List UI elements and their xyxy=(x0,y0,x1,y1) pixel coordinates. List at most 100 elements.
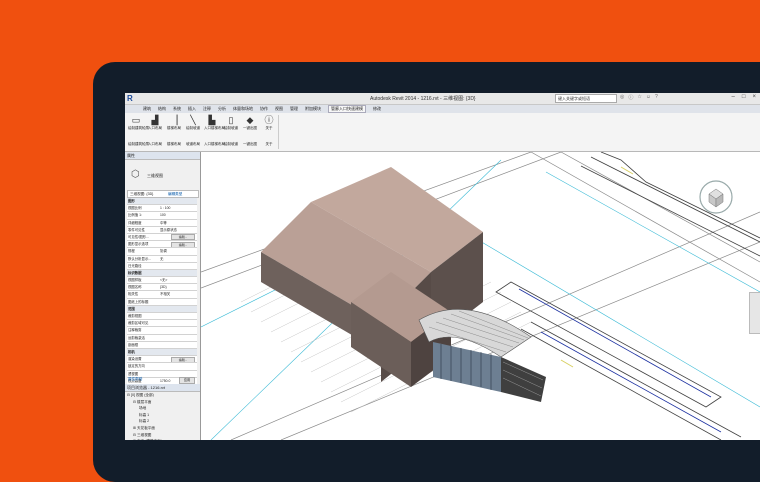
property-row[interactable]: 锁定的方向 xyxy=(127,363,197,371)
property-key: 视图名称 xyxy=(128,285,142,290)
property-key: 相机 xyxy=(128,349,135,354)
browser-item[interactable]: 标高 2 xyxy=(127,418,200,425)
property-row[interactable]: 远剪裁激活 xyxy=(127,334,197,342)
ribbon-panel-label: 入口楼梯布局 xyxy=(204,142,225,146)
edit-button[interactable]: 编辑... xyxy=(171,356,195,363)
ribbon-tab[interactable]: 修改 xyxy=(373,106,381,112)
property-row[interactable]: 图纸上的标题 xyxy=(127,298,197,306)
property-row[interactable]: 图形显示选项 编辑... xyxy=(127,241,197,249)
ribbon-tab[interactable]: 管理 xyxy=(290,106,298,112)
property-row[interactable]: 视图比例 1 : 100 xyxy=(127,205,197,213)
instance-filter[interactable]: 三维视图: {3D} 编辑类型 xyxy=(127,190,199,198)
ribbon-button[interactable]: ╲ 绘制坡道 坡道布局 xyxy=(185,115,201,147)
property-row[interactable]: 渲染设置 编辑... xyxy=(127,356,197,364)
property-value[interactable]: 显示原状态 xyxy=(160,227,177,233)
ribbon-button-label: 一键出图 xyxy=(243,126,257,130)
project-browser-header: 项目浏览器 - 1216.rvt xyxy=(125,384,200,392)
binoculars-icon[interactable]: ◎ xyxy=(620,94,624,101)
ribbon-tab[interactable]: 插入 xyxy=(188,106,196,112)
property-key: 零件可见性 xyxy=(128,227,145,232)
property-key: 图形显示选项 xyxy=(128,242,149,247)
ribbon-tab[interactable]: 分析 xyxy=(218,106,226,112)
type-selector[interactable]: ⬡ 三维视图 xyxy=(129,163,195,187)
ribbon-button[interactable]: ⓘ 关于 关于 xyxy=(261,115,277,147)
property-row[interactable]: 日光路径 xyxy=(127,262,197,270)
browser-item[interactable]: ⊞ 天花板平面 xyxy=(127,425,200,432)
property-row[interactable]: 可见性/图形... 编辑... xyxy=(127,233,197,242)
3d-viewport[interactable] xyxy=(201,152,760,440)
apply-button[interactable]: 应用 xyxy=(179,377,195,384)
ribbon-tab[interactable]: 视图 xyxy=(275,106,283,112)
ribbon-separator xyxy=(278,115,279,149)
ribbon-tab[interactable]: 附加模块 xyxy=(305,106,321,112)
floor-icon: ▟ xyxy=(151,115,159,125)
browser-item[interactable]: ⊟ [0] 视图 (全部) xyxy=(127,392,200,399)
ribbon-tab[interactable]: 结构 xyxy=(158,106,166,112)
property-row[interactable]: 注释裁剪 xyxy=(127,327,197,335)
property-key: 裁剪视图 xyxy=(128,314,142,318)
browser-item[interactable]: ⊟ 楼层平面 xyxy=(127,399,200,406)
property-value[interactable]: 1 : 100 xyxy=(160,205,170,211)
ribbon-tab[interactable]: 系统 xyxy=(173,106,181,112)
property-row[interactable]: 比例值 1: 100 xyxy=(127,212,197,220)
help-icon[interactable]: ? xyxy=(655,94,658,101)
ribbon-panel-label: 绘制坡道 xyxy=(224,142,238,146)
ribbon-button[interactable]: ▯ 绘制坡道 绘制坡道 xyxy=(223,115,239,147)
property-row[interactable]: 默认分析显示... 无 xyxy=(127,255,197,263)
stair-icon: ▙ xyxy=(208,115,216,125)
search-input[interactable]: 键入关键字或短语 xyxy=(555,94,617,103)
property-section: 标识数据 xyxy=(127,269,197,278)
property-value[interactable]: 不相关 xyxy=(160,291,170,297)
edit-button[interactable]: 编辑... xyxy=(171,241,195,248)
revit-window: R Autodesk Revit 2014 - 1216.rvt - 三维视图:… xyxy=(125,93,760,440)
ribbon-tab[interactable]: 管廊入口快速建模 xyxy=(328,105,366,113)
maximize-button[interactable]: □ xyxy=(742,94,746,100)
browser-item[interactable]: 场地 xyxy=(127,405,200,412)
property-row[interactable]: 视图名称 {3D} xyxy=(127,284,197,292)
edit-button[interactable]: 编辑... xyxy=(171,234,195,241)
properties-help-link[interactable]: 属性帮助 xyxy=(128,376,142,383)
user-icon[interactable]: ☺ xyxy=(646,94,651,101)
property-value[interactable]: {3D} xyxy=(160,284,167,290)
property-row[interactable]: 相关性 不相关 xyxy=(127,291,197,299)
property-section: 图形 xyxy=(127,198,197,206)
close-button[interactable]: × xyxy=(752,94,756,100)
type-name: 三维视图 xyxy=(147,173,163,178)
view-cube-icon xyxy=(699,180,733,214)
property-value[interactable]: 100 xyxy=(160,212,166,218)
minimize-button[interactable]: – xyxy=(732,94,735,100)
window-title: Autodesk Revit 2014 - 1216.rvt - 三维视图: {… xyxy=(370,96,476,102)
browser-item[interactable]: ⊟ 三维视图 xyxy=(127,432,200,439)
property-value[interactable]: 中等 xyxy=(160,220,167,226)
ribbon-button[interactable]: ◆ 一键出图 一键出图 xyxy=(242,115,258,147)
property-value[interactable]: 无 xyxy=(160,256,163,262)
revit-logo-icon[interactable]: R xyxy=(127,94,136,103)
ribbon-button[interactable]: ▭ 绘制建筑轮廓 绘制建筑轮廓 xyxy=(128,115,149,147)
property-row[interactable]: 视图样板 <无> xyxy=(127,277,197,285)
property-row[interactable]: 详细程度 中等 xyxy=(127,219,197,227)
property-value[interactable]: 协调 xyxy=(160,248,167,254)
edit-type-button[interactable]: 编辑类型 xyxy=(168,191,182,197)
property-row[interactable]: 零件可见性 显示原状态 xyxy=(127,226,197,234)
ribbon-tab[interactable]: 注释 xyxy=(203,106,211,112)
ribbon-button[interactable]: ▟ 入口布局 入口布局 xyxy=(147,115,163,147)
ribbon-button[interactable]: ▙ 入口楼梯布局 入口楼梯布局 xyxy=(204,115,225,147)
property-row[interactable]: 裁剪区域可见 xyxy=(127,320,197,328)
ribbon-button-label: 绘制坡道 xyxy=(224,126,238,130)
ribbon-tab[interactable]: 协作 xyxy=(260,106,268,112)
property-section: 范围 xyxy=(127,305,197,313)
ribbon-panel-label: 绘制建筑轮廓 xyxy=(128,142,149,146)
property-key: 图纸上的标题 xyxy=(128,299,149,304)
navigation-bar[interactable] xyxy=(749,292,760,334)
property-value[interactable]: <无> xyxy=(160,277,167,283)
browser-item[interactable]: 标高 1 xyxy=(127,412,200,419)
ribbon-tab[interactable]: 体量和场地 xyxy=(233,106,253,112)
star-icon[interactable]: ☆ xyxy=(637,94,641,101)
info-icon[interactable]: ⓘ xyxy=(628,94,633,101)
property-row[interactable]: 剖面框 xyxy=(127,341,197,349)
ribbon-button[interactable]: ▕ 楼梯布局 楼梯布局 xyxy=(166,115,182,147)
property-key: 渲染设置 xyxy=(128,357,142,362)
property-row[interactable]: 裁剪视图 xyxy=(127,313,197,321)
property-row[interactable]: 规程 协调 xyxy=(127,248,197,256)
ribbon-tab[interactable]: 建筑 xyxy=(143,106,151,112)
